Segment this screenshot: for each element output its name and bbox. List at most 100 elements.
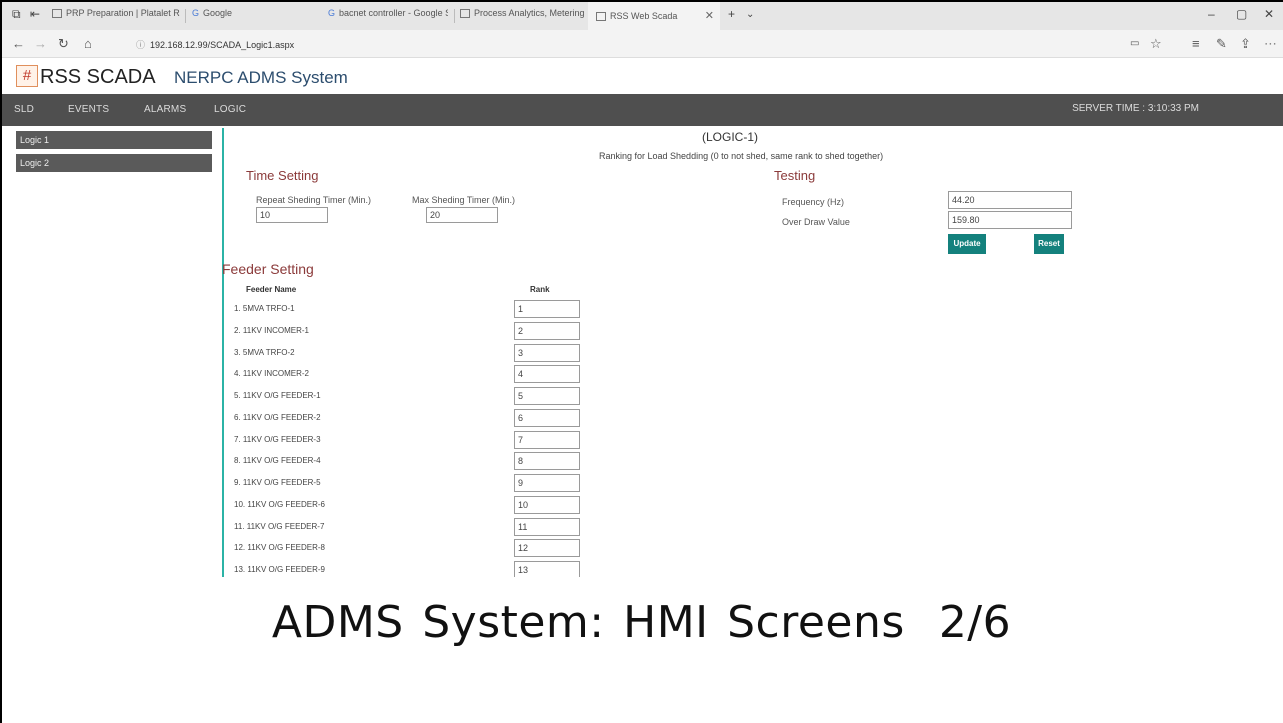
rank-input[interactable] — [514, 344, 580, 362]
close-window-icon[interactable]: ✕ — [1264, 7, 1274, 21]
feeder-name: 5. 11KV O/G FEEDER-1 — [234, 391, 321, 400]
google-icon: G — [328, 8, 336, 18]
tab-label: PRP Preparation | Platalet R — [66, 8, 180, 18]
page-icon — [596, 12, 606, 21]
maximize-icon[interactable]: ▢ — [1236, 7, 1247, 21]
feeder-name-column-header: Feeder Name — [246, 285, 297, 294]
pen-icon[interactable]: ✎ — [1216, 36, 1227, 52]
rank-input[interactable] — [514, 387, 580, 405]
time-setting-heading: Time Setting — [246, 168, 319, 183]
brand-name: RSS SCADA — [40, 66, 156, 88]
page-title: (LOGIC-1) — [702, 130, 759, 144]
page-icon — [52, 9, 62, 18]
tab-list-chevron-icon[interactable]: ⌄ — [746, 9, 754, 20]
feeder-name: 8. 11KV O/G FEEDER-4 — [234, 456, 321, 465]
testing-heading: Testing — [774, 168, 816, 183]
rank-input[interactable] — [514, 322, 580, 340]
tab-prp-preparation[interactable]: PRP Preparation | Platalet R — [52, 8, 180, 24]
feeder-name: 6. 11KV O/G FEEDER-2 — [234, 413, 321, 422]
rss-logo-icon: # — [16, 65, 38, 87]
tab-label: Process Analytics, Metering — [474, 8, 585, 18]
tab-google[interactable]: G Google — [192, 8, 292, 24]
tab-rss-web-scada[interactable]: RSS Web Scada ✕ — [588, 2, 720, 30]
feeder-name: 3. 5MVA TRFO-2 — [234, 348, 295, 357]
sidebar-item-logic-1[interactable]: Logic 1 — [16, 131, 212, 149]
address-bar: ← → ↻ ⌂ ⓘ 192.168.12.99/SCADA_Logic1.aspx… — [2, 30, 1283, 58]
feeder-name: 10. 11KV O/G FEEDER-6 — [234, 500, 325, 509]
menu-logic[interactable]: LOGIC — [214, 104, 246, 115]
update-button[interactable]: Update — [948, 234, 986, 254]
content-divider — [222, 128, 224, 577]
favorite-star-icon[interactable]: ☆ — [1150, 36, 1162, 52]
feeder-name: 9. 11KV O/G FEEDER-5 — [234, 478, 321, 487]
overdraw-input[interactable] — [948, 211, 1072, 229]
rank-input[interactable] — [514, 474, 580, 492]
menu-alarms[interactable]: ALARMS — [144, 104, 186, 115]
share-icon[interactable]: ⇪ — [1240, 36, 1251, 52]
feeder-name: 11. 11KV O/G FEEDER-7 — [234, 522, 325, 531]
tab-divider — [185, 9, 186, 23]
menu-sld[interactable]: SLD — [14, 104, 34, 115]
caption-text: ADMS System: HMI Screens — [271, 597, 905, 648]
slide-caption: ADMS System: HMI Screens 2/6 — [0, 597, 1283, 648]
page-subtitle: Ranking for Load Shedding (0 to not shed… — [599, 151, 884, 161]
max-timer-label: Max Sheding Timer (Min.) — [412, 195, 516, 205]
rank-input[interactable] — [514, 409, 580, 427]
rank-input[interactable] — [514, 518, 580, 536]
rank-input[interactable] — [514, 365, 580, 383]
rank-column-header: Rank — [530, 285, 550, 294]
max-timer-input[interactable] — [426, 207, 498, 223]
back-icon[interactable]: ← — [12, 36, 25, 51]
minimize-icon[interactable]: – — [1208, 7, 1215, 21]
tab-divider — [454, 9, 455, 23]
app-header: # RSS SCADA NERPC ADMS System — [2, 58, 1283, 94]
slide-page-number: 2/6 — [938, 597, 1012, 648]
repeat-timer-label: Repeat Sheding Timer (Min.) — [256, 195, 372, 205]
tab-label: bacnet controller - Google S — [339, 8, 448, 18]
feeder-name: 12. 11KV O/G FEEDER-8 — [234, 543, 325, 552]
browser-tab-strip: ⧉ ⇤ PRP Preparation | Platalet R G Google… — [2, 2, 1283, 30]
feeder-name: 2. 11KV INCOMER-1 — [234, 326, 309, 335]
rank-input[interactable] — [514, 539, 580, 557]
feeder-name: 4. 11KV INCOMER-2 — [234, 369, 309, 378]
main-menu: SLD EVENTS ALARMS LOGIC SERVER TIME : 3:… — [2, 94, 1283, 126]
google-icon: G — [192, 8, 200, 18]
feeder-name: 13. 11KV O/G FEEDER-9 — [234, 565, 325, 574]
close-tab-icon[interactable]: ✕ — [705, 2, 714, 30]
rank-input[interactable] — [514, 431, 580, 449]
menu-events[interactable]: EVENTS — [68, 104, 109, 115]
more-icon[interactable]: ⋯ — [1264, 36, 1277, 52]
tab-label: Google — [203, 8, 233, 18]
rank-input[interactable] — [514, 496, 580, 514]
url-field[interactable]: ⓘ 192.168.12.99/SCADA_Logic1.aspx — [136, 38, 294, 51]
feeder-name: 7. 11KV O/G FEEDER-3 — [234, 435, 321, 444]
tab-actions-icon[interactable]: ⧉ — [12, 7, 21, 22]
rank-input[interactable] — [514, 452, 580, 470]
tab-bacnet-controller[interactable]: Gbacnet controller - Google S — [328, 8, 448, 24]
info-icon: ⓘ — [136, 40, 146, 50]
browser-screenshot: ⧉ ⇤ PRP Preparation | Platalet R G Google… — [2, 2, 1283, 577]
feeder-setting-heading: Feeder Setting — [222, 261, 314, 277]
feeder-name: 1. 5MVA TRFO-1 — [234, 304, 295, 313]
frequency-input[interactable] — [948, 191, 1072, 209]
forward-icon[interactable]: → — [34, 36, 47, 51]
set-tabs-aside-icon[interactable]: ⇤ — [30, 7, 40, 21]
home-icon[interactable]: ⌂ — [84, 36, 92, 51]
server-time: SERVER TIME : 3:10:33 PM — [1072, 103, 1199, 114]
tab-process-analytics[interactable]: Process Analytics, Metering — [460, 8, 586, 24]
frequency-label: Frequency (Hz) — [782, 197, 845, 207]
rank-input[interactable] — [514, 300, 580, 318]
tab-label: RSS Web Scada — [610, 11, 678, 21]
refresh-icon[interactable]: ↻ — [58, 36, 69, 52]
system-title: NERPC ADMS System — [174, 68, 348, 87]
page-icon — [460, 9, 470, 18]
reading-view-icon[interactable]: ▭ — [1130, 38, 1139, 49]
sidebar-item-logic-2[interactable]: Logic 2 — [16, 154, 212, 172]
reset-button[interactable]: Reset — [1034, 234, 1064, 254]
rank-input[interactable] — [514, 561, 580, 577]
url-text: 192.168.12.99/SCADA_Logic1.aspx — [150, 40, 295, 50]
repeat-timer-input[interactable] — [256, 207, 328, 223]
favorites-list-icon[interactable]: ≡ — [1192, 36, 1200, 51]
overdraw-label: Over Draw Value — [782, 217, 850, 227]
new-tab-icon[interactable]: + — [728, 7, 735, 21]
